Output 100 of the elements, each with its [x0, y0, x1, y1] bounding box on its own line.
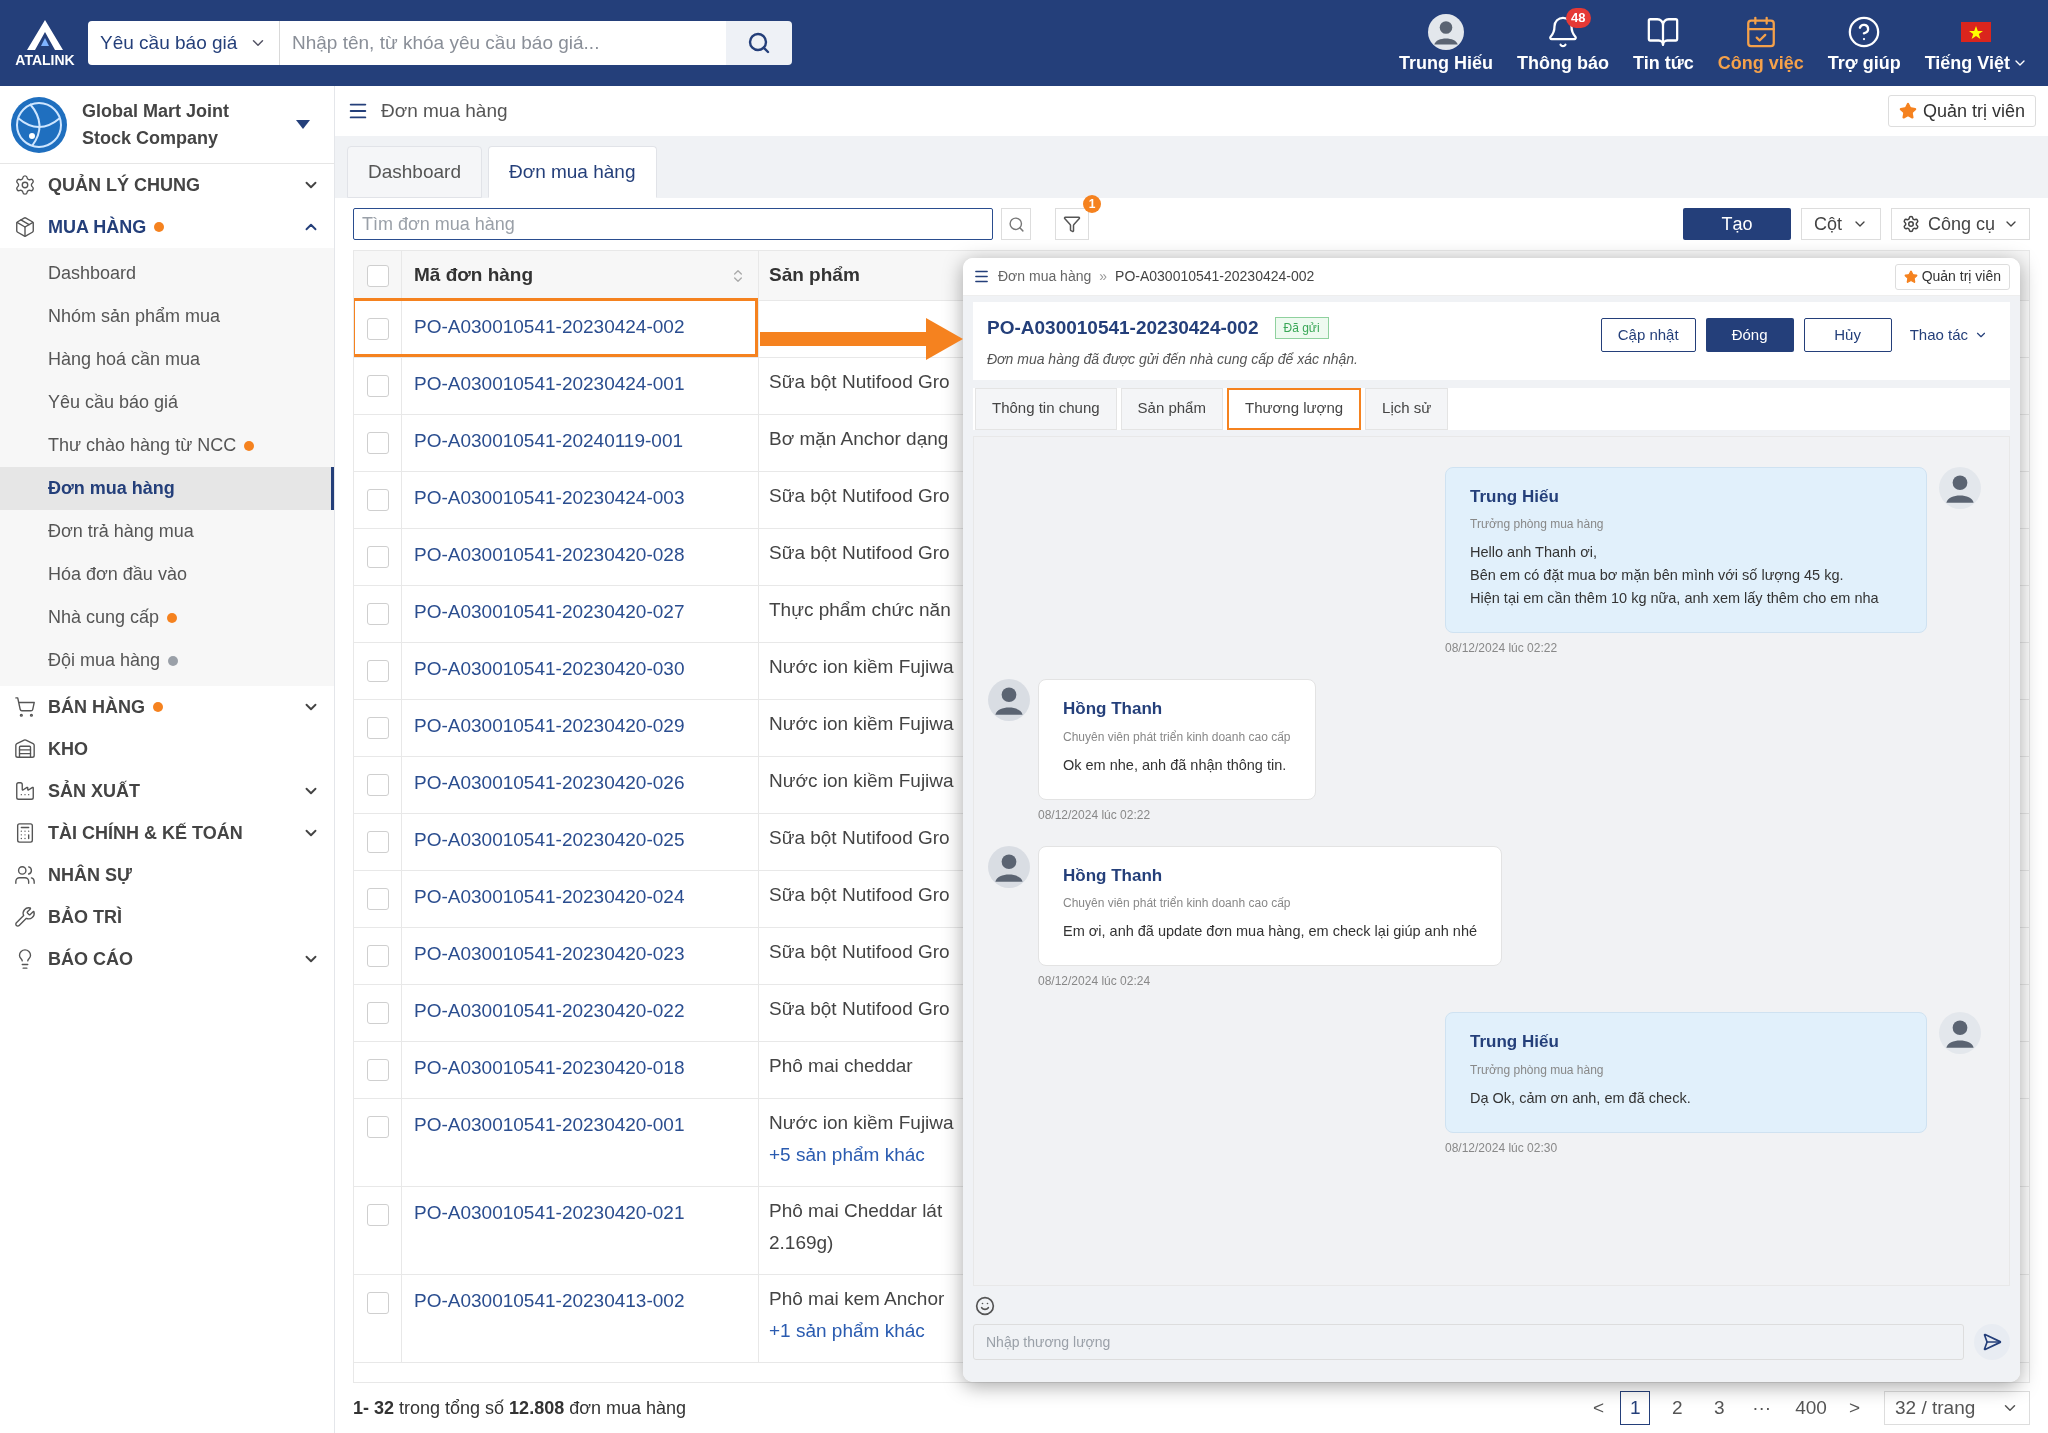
menu-item[interactable]: TÀI CHÍNH & KẾ TOÁN — [0, 812, 334, 854]
submenu-item[interactable]: Hóa đơn đầu vào — [0, 553, 334, 596]
search-scope-select[interactable]: Yêu cầu báo giá — [88, 21, 280, 65]
order-code-link[interactable]: PO-A030010541-20230420-026 — [408, 769, 691, 798]
menu-item[interactable]: BẢO TRÌ — [0, 896, 334, 938]
filter-button[interactable] — [1055, 208, 1089, 240]
action-button[interactable]: Hủy — [1803, 318, 1892, 352]
order-code-link[interactable]: PO-A030010541-20230420-028 — [408, 541, 691, 570]
product-name: Phô mai Cheddar lát — [769, 1199, 944, 1223]
page-tab[interactable]: Đơn mua hàng — [487, 146, 657, 198]
more-products-link[interactable]: +5 sản phẩm khác — [769, 1143, 964, 1167]
search-button[interactable] — [1001, 208, 1031, 240]
page-button[interactable]: ··· — [1746, 1391, 1778, 1425]
submenu-item[interactable]: Yêu cầu báo giá — [0, 381, 334, 424]
role-button[interactable]: Quản trị viên — [1887, 95, 2036, 127]
menu-item[interactable]: NHÂN SỰ — [0, 854, 334, 896]
row-checkbox[interactable] — [366, 831, 389, 853]
nav-item[interactable]: Trợ giúp — [1819, 12, 1909, 74]
detail-tab[interactable]: Sản phẩm — [1120, 387, 1223, 430]
submenu-item[interactable]: Đơn mua hàng — [0, 467, 334, 510]
order-code-link[interactable]: PO-A030010541-20230420-027 — [408, 598, 691, 627]
row-checkbox[interactable] — [366, 1002, 389, 1024]
detail-tab[interactable]: Thông tin chung — [975, 387, 1117, 430]
order-search-field[interactable]: Tìm đơn mua hàng — [353, 208, 993, 240]
menu-item[interactable]: KHO — [0, 728, 334, 770]
row-checkbox[interactable] — [366, 375, 389, 397]
order-code-link[interactable]: PO-A030010541-20230420-029 — [408, 712, 691, 741]
order-code-link[interactable]: PO-A030010541-20230420-001 — [408, 1111, 691, 1140]
submenu-item[interactable]: Đơn trả hàng mua — [0, 510, 334, 553]
order-code-link[interactable]: PO-A030010541-20230420-018 — [408, 1054, 691, 1083]
create-button[interactable]: Tạo — [1682, 208, 1791, 240]
page-button[interactable]: 1 — [1620, 1391, 1651, 1425]
row-checkbox[interactable] — [366, 774, 389, 796]
submenu-item[interactable]: Dashboard — [0, 252, 334, 295]
menu-item[interactable]: QUẢN LÝ CHUNG — [0, 164, 334, 206]
order-code-link[interactable]: PO-A030010541-20230413-002 — [408, 1287, 691, 1316]
submenu-item[interactable]: Thư chào hàng từ NCC — [0, 424, 334, 467]
negotiation-input[interactable]: Nhập thương lượng — [973, 1323, 1964, 1360]
detail-tab[interactable]: Lịch sử — [1365, 387, 1449, 430]
row-checkbox[interactable] — [366, 1059, 389, 1081]
order-code-link[interactable]: PO-A030010541-20230420-030 — [408, 655, 691, 684]
row-checkbox[interactable] — [366, 888, 389, 910]
status-badge: Đã gửi — [1274, 317, 1329, 340]
menu-item[interactable]: BÁN HÀNG — [0, 686, 334, 728]
row-checkbox[interactable] — [366, 546, 389, 568]
send-button[interactable] — [1974, 1323, 2010, 1360]
menu-icon[interactable] — [973, 268, 990, 285]
order-code-link[interactable]: PO-A030010541-20230420-023 — [408, 940, 691, 969]
page-size-select[interactable]: 32 / trang — [1884, 1391, 2030, 1425]
submenu-item[interactable]: Nhóm sản phẩm mua — [0, 295, 334, 338]
order-code-link[interactable]: PO-A030010541-20230420-025 — [408, 826, 691, 855]
page-tab[interactable]: Dashboard — [347, 146, 482, 198]
submenu-item[interactable]: Hàng hoá cần mua — [0, 338, 334, 381]
order-code-link[interactable]: PO-A030010541-20230424-003 — [408, 484, 691, 513]
nav-item[interactable]: Tin tức — [1625, 12, 1702, 74]
row-checkbox[interactable] — [366, 945, 389, 967]
actions-dropdown[interactable]: Thao tác — [1901, 318, 1996, 352]
submenu-item[interactable]: Nhà cung cấp — [0, 596, 334, 639]
submenu-item[interactable]: Đội mua hàng — [0, 639, 334, 682]
more-products-link[interactable]: +1 sản phẩm khác — [769, 1319, 964, 1343]
column-header: Sản phẩm — [769, 264, 860, 286]
columns-dropdown[interactable]: Cột — [1800, 208, 1881, 240]
detail-tab[interactable]: Thương lượng — [1226, 387, 1362, 430]
sender-name: Hồng Thanh — [1063, 698, 1164, 720]
page-button[interactable]: 3 — [1704, 1391, 1735, 1425]
previous-page-button[interactable]: < — [1589, 1393, 1609, 1423]
row-checkbox[interactable] — [366, 1204, 389, 1226]
close-order-button[interactable]: Đóng — [1705, 318, 1794, 352]
row-checkbox[interactable] — [366, 603, 389, 625]
menu-item[interactable]: SẢN XUẤT — [0, 770, 334, 812]
row-checkbox[interactable] — [366, 717, 389, 739]
tools-dropdown[interactable]: Công cụ — [1890, 208, 2030, 240]
action-button[interactable]: Cập nhật — [1600, 318, 1696, 352]
row-checkbox[interactable] — [366, 1292, 389, 1314]
order-code-link[interactable]: PO-A030010541-20230420-021 — [408, 1199, 691, 1228]
row-checkbox[interactable] — [366, 318, 389, 340]
menu-item[interactable]: BÁO CÁO — [0, 938, 334, 980]
row-checkbox[interactable] — [366, 1116, 389, 1138]
role-button[interactable]: Quản trị viên — [1894, 263, 2010, 290]
search-button[interactable] — [726, 21, 792, 65]
select-all-checkbox[interactable] — [366, 264, 389, 287]
menu-item[interactable]: MUA HÀNG — [0, 206, 334, 248]
order-code-link[interactable]: PO-A030010541-20230420-024 — [408, 883, 691, 912]
page-button[interactable]: 2 — [1662, 1391, 1693, 1425]
nav-item[interactable]: Tiếng Việt — [1916, 12, 2036, 74]
emoji-icon[interactable] — [975, 1295, 995, 1316]
nav-item[interactable]: Trung Hiếu — [1391, 12, 1502, 74]
next-page-button[interactable]: > — [1844, 1393, 1864, 1423]
order-code-link[interactable]: PO-A030010541-20230424-001 — [408, 370, 691, 399]
row-checkbox[interactable] — [366, 432, 389, 454]
row-checkbox[interactable] — [366, 660, 389, 682]
sender-name: Hồng Thanh — [1063, 864, 1164, 887]
nav-item[interactable]: Công việc — [1709, 12, 1812, 74]
order-code-link[interactable]: PO-A030010541-20240119-001 — [408, 427, 690, 456]
page-button[interactable]: 400 — [1789, 1391, 1833, 1425]
order-code-link[interactable]: PO-A030010541-20230424-002 — [355, 301, 755, 354]
order-code-link[interactable]: PO-A030010541-20230420-022 — [408, 997, 691, 1026]
search-field[interactable]: Nhập tên, từ khóa yêu cầu báo giá... — [280, 21, 726, 65]
breadcrumb-link[interactable]: Đơn mua hàng — [998, 266, 1092, 287]
row-checkbox[interactable] — [366, 489, 389, 511]
